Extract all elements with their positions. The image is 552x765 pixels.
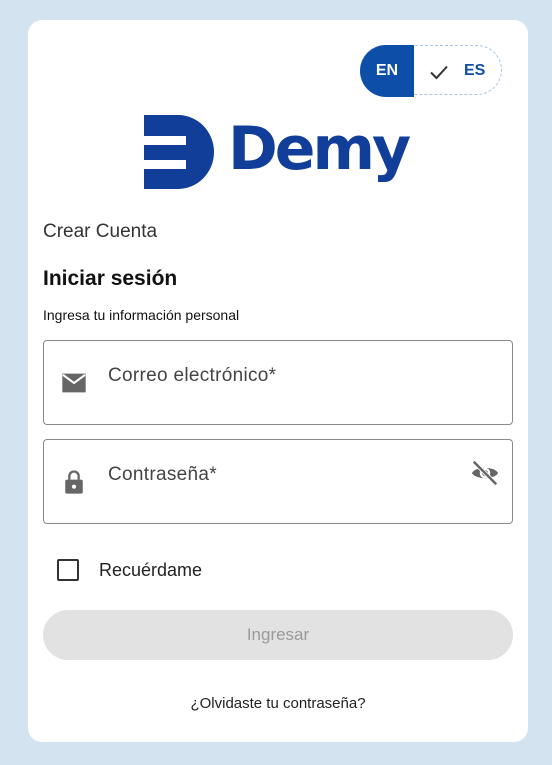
language-option-es[interactable]: ES xyxy=(464,46,485,96)
check-icon xyxy=(430,65,448,80)
login-title: Iniciar sesión xyxy=(43,267,178,290)
remember-me-checkbox[interactable] xyxy=(57,559,79,581)
mail-icon xyxy=(62,373,86,393)
language-option-en[interactable]: EN xyxy=(360,45,414,97)
language-es-label: ES xyxy=(464,62,486,79)
forgot-password-link[interactable]: ¿Olvidaste tu contraseña? xyxy=(28,695,528,712)
lock-icon xyxy=(65,470,83,494)
language-toggle[interactable]: EN ES xyxy=(360,45,502,97)
brand-logo: Demy xyxy=(144,114,414,189)
password-field[interactable]: Contraseña* xyxy=(43,439,513,524)
eye-off-icon[interactable] xyxy=(470,458,500,488)
email-field[interactable]: Correo electrónico* xyxy=(43,340,513,425)
login-subtitle: Ingresa tu información personal xyxy=(43,307,240,323)
brand-wordmark: Demy xyxy=(228,114,411,184)
remember-me-label: Recuérdame xyxy=(99,559,203,580)
logo-mark-icon xyxy=(144,115,214,189)
language-en-label: EN xyxy=(375,62,399,79)
login-card: EN ES Demy Crear Cuenta Iniciar sesión I… xyxy=(28,20,528,742)
login-submit-label: Ingresar xyxy=(246,625,310,644)
login-submit-button[interactable]: Ingresar xyxy=(43,610,513,660)
email-field-label: Correo electrónico* xyxy=(108,365,277,386)
password-field-label: Contraseña* xyxy=(108,464,217,485)
remember-me[interactable]: Recuérdame xyxy=(57,559,202,581)
create-account-link[interactable]: Crear Cuenta xyxy=(43,221,157,243)
